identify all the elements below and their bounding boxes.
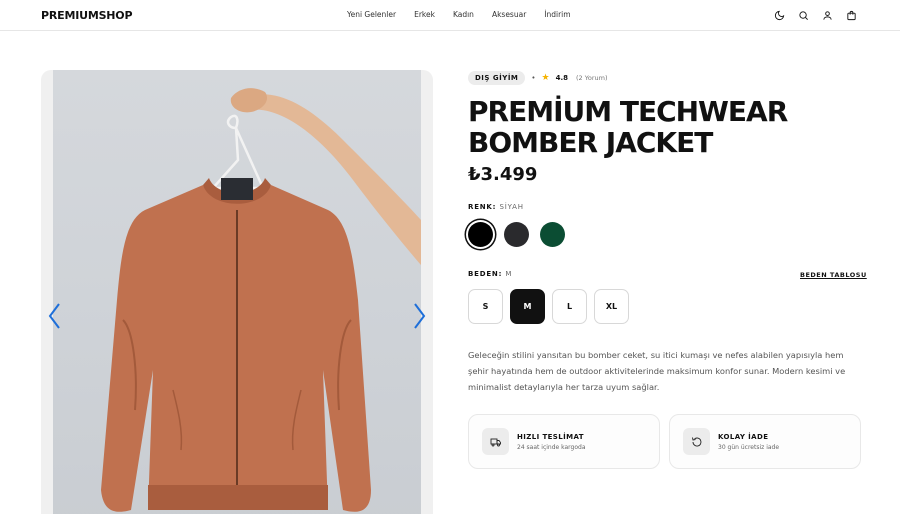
feature-subtitle: 30 gün ücretsiz iade (718, 443, 780, 451)
nav-women[interactable]: Kadın (453, 10, 474, 19)
size-option-s[interactable]: S (468, 289, 503, 324)
feature-card-returns: KOLAY İADE 30 gün ücretsiz iade (669, 414, 861, 469)
return-icon (683, 428, 710, 455)
nav-accessories[interactable]: Aksesuar (492, 10, 526, 19)
product-image (53, 70, 421, 514)
nav-sale[interactable]: İndirim (544, 10, 570, 19)
user-icon[interactable] (820, 8, 835, 23)
jacket-illustration (101, 88, 421, 512)
moon-icon[interactable] (772, 8, 787, 23)
color-value: SİYAH (499, 203, 524, 211)
bag-icon[interactable] (844, 8, 859, 23)
header-icons (772, 8, 859, 23)
size-options: S M L XL (468, 289, 629, 324)
review-count[interactable]: (2 Yorum) (576, 74, 607, 82)
product-gallery (41, 70, 433, 514)
size-value: M (505, 270, 513, 278)
size-label-text: BEDEN: (468, 270, 503, 278)
site-header: PREMIUMSHOP Yeni Gelenler Erkek Kadın Ak… (0, 0, 900, 31)
size-guide-link[interactable]: BEDEN TABLOSU (800, 271, 867, 279)
feature-title: KOLAY İADE (718, 432, 769, 441)
nav-men[interactable]: Erkek (414, 10, 435, 19)
color-label-text: RENK: (468, 203, 497, 211)
main-nav: Yeni Gelenler Erkek Kadın Aksesuar İndir… (347, 10, 589, 19)
rating-value: 4.8 (555, 74, 569, 82)
size-option-m[interactable]: M (510, 289, 545, 324)
next-image-arrow[interactable] (411, 302, 427, 330)
feature-cards: HIZLI TESLİMAT 24 saat içinde kargoda KO… (468, 414, 861, 469)
color-swatch-black[interactable] (468, 222, 493, 247)
color-swatch-charcoal[interactable] (504, 222, 529, 247)
prev-image-arrow[interactable] (47, 302, 63, 330)
star-icon: ★ (541, 73, 550, 83)
search-icon[interactable] (796, 8, 811, 23)
product-meta: DIŞ GİYİM • ★ 4.8 (2 Yorum) (468, 71, 608, 85)
nav-new-arrivals[interactable]: Yeni Gelenler (347, 10, 396, 19)
size-option-l[interactable]: L (552, 289, 587, 324)
logo[interactable]: PREMIUMSHOP (41, 9, 133, 22)
color-label: RENK: SİYAH (468, 203, 524, 211)
category-badge[interactable]: DIŞ GİYİM (468, 71, 526, 85)
size-option-xl[interactable]: XL (594, 289, 629, 324)
separator-dot: • (531, 74, 536, 82)
feature-title: HIZLI TESLİMAT (517, 432, 584, 441)
color-swatch-green[interactable] (540, 222, 565, 247)
product-description: Geleceğin stilini yansıtan bu bomber cek… (468, 350, 846, 392)
feature-card-shipping: HIZLI TESLİMAT 24 saat içinde kargoda (468, 414, 660, 469)
color-swatches (468, 222, 565, 247)
product-title: PREMİUM TECHWEAR BOMBER JACKET (468, 95, 788, 159)
truck-icon (482, 428, 509, 455)
size-label: BEDEN: M (468, 270, 512, 278)
feature-subtitle: 24 saat içinde kargoda (517, 443, 586, 451)
product-price: ₺3.499 (468, 164, 538, 185)
